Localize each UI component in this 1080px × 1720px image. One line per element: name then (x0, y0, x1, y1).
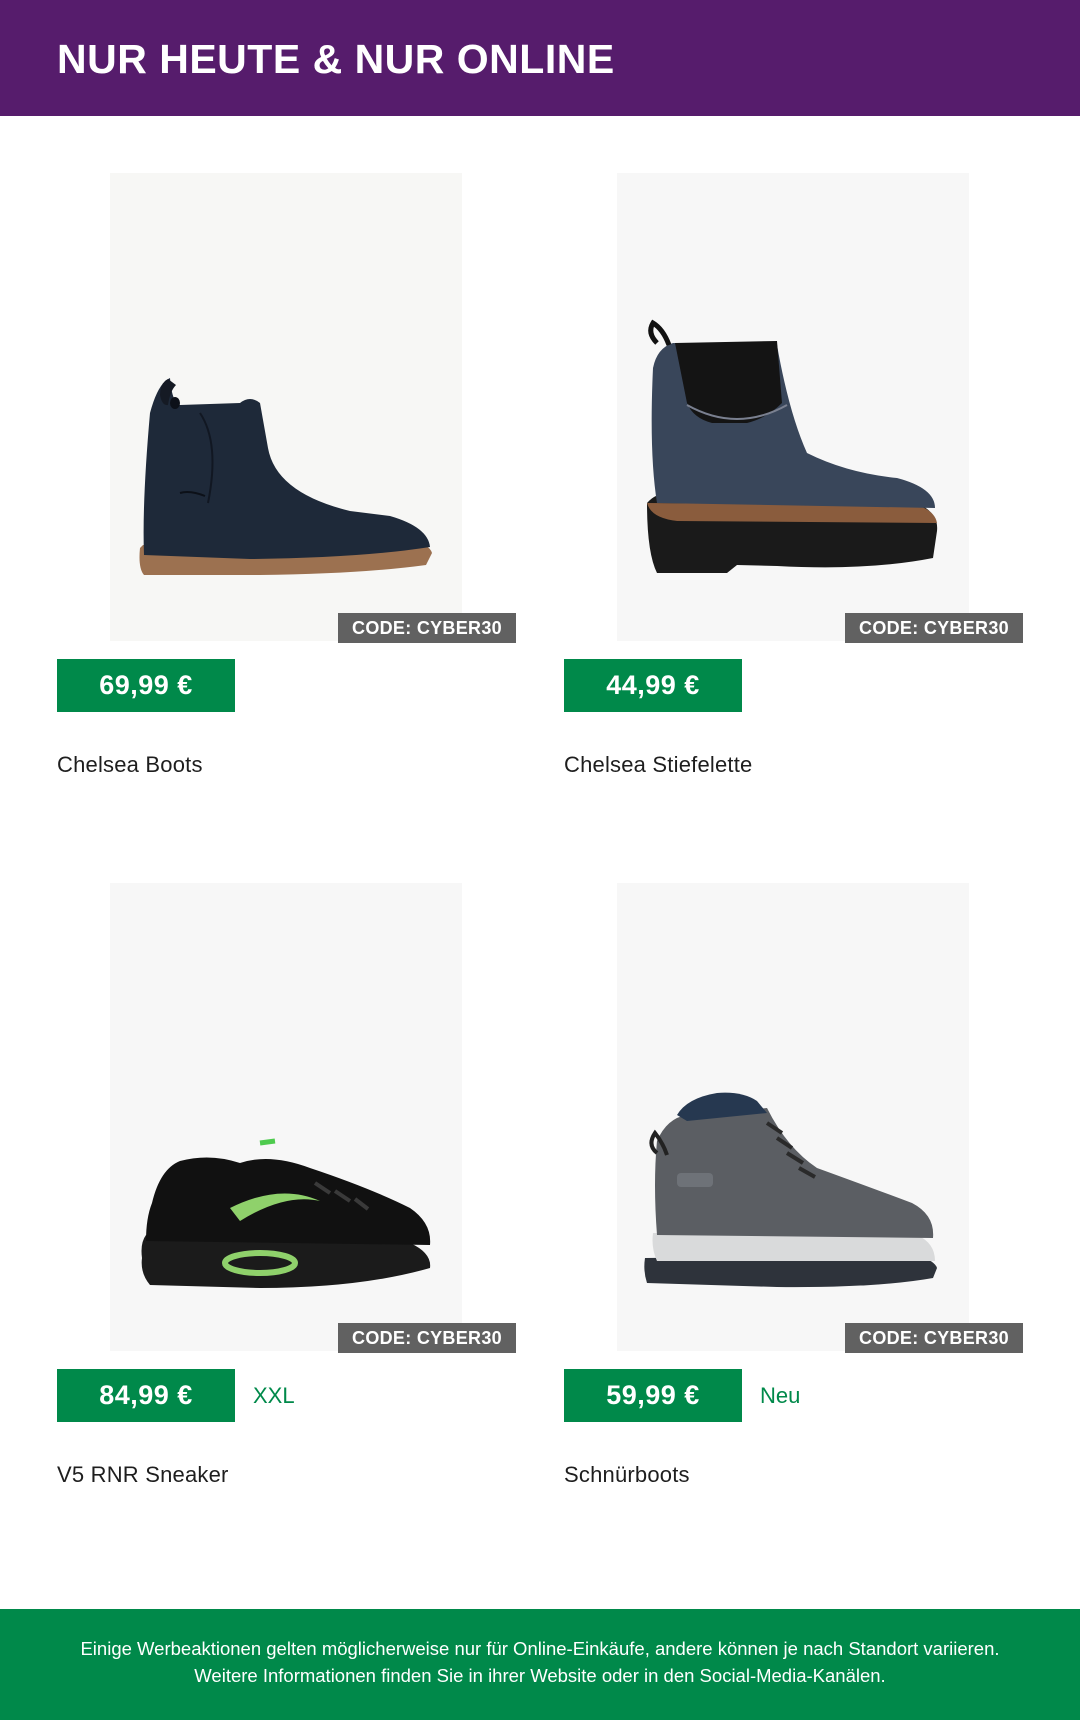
product-image[interactable] (617, 883, 969, 1351)
product-card[interactable]: CODE: CYBER30 84,99 € XXL V5 RNR Sneaker (57, 882, 527, 1502)
price-badge: 59,99 € (564, 1369, 742, 1422)
product-image[interactable] (110, 883, 462, 1351)
sneaker-icon (141, 1138, 431, 1288)
product-name[interactable]: Schnürboots (564, 1462, 690, 1488)
price-badge: 44,99 € (564, 659, 742, 712)
banner-title: NUR HEUTE & NUR ONLINE (57, 35, 615, 82)
heeled-chelsea-boot-icon (647, 319, 938, 573)
coupon-code-badge: CODE: CYBER30 (338, 1323, 516, 1353)
product-card[interactable]: CODE: CYBER30 59,99 € Neu Schnürboots (564, 882, 1034, 1502)
coupon-code-badge: CODE: CYBER30 (338, 613, 516, 643)
product-card[interactable]: CODE: CYBER30 44,99 € Chelsea Stiefelett… (564, 172, 1034, 792)
product-tag: Neu (760, 1382, 801, 1408)
price-badge: 69,99 € (57, 659, 235, 712)
chelsea-boot-icon (139, 378, 432, 575)
product-name[interactable]: Chelsea Stiefelette (564, 752, 752, 778)
product-name[interactable]: V5 RNR Sneaker (57, 1462, 229, 1488)
coupon-code-badge: CODE: CYBER30 (845, 613, 1023, 643)
product-card[interactable]: CODE: CYBER30 69,99 € Chelsea Boots (57, 172, 527, 792)
disclaimer-footer: Einige Werbeaktionen gelten möglicherwei… (0, 1609, 1080, 1720)
price-badge: 84,99 € (57, 1369, 235, 1422)
coupon-code-badge: CODE: CYBER30 (845, 1323, 1023, 1353)
disclaimer-text: Einige Werbeaktionen gelten möglicherwei… (80, 1638, 1000, 1686)
product-name[interactable]: Chelsea Boots (57, 752, 203, 778)
promo-banner: NUR HEUTE & NUR ONLINE (0, 0, 1080, 116)
product-tag: XXL (253, 1382, 295, 1408)
product-image[interactable] (617, 173, 969, 641)
lace-up-boot-icon (644, 1092, 937, 1288)
product-image[interactable] (110, 173, 462, 641)
